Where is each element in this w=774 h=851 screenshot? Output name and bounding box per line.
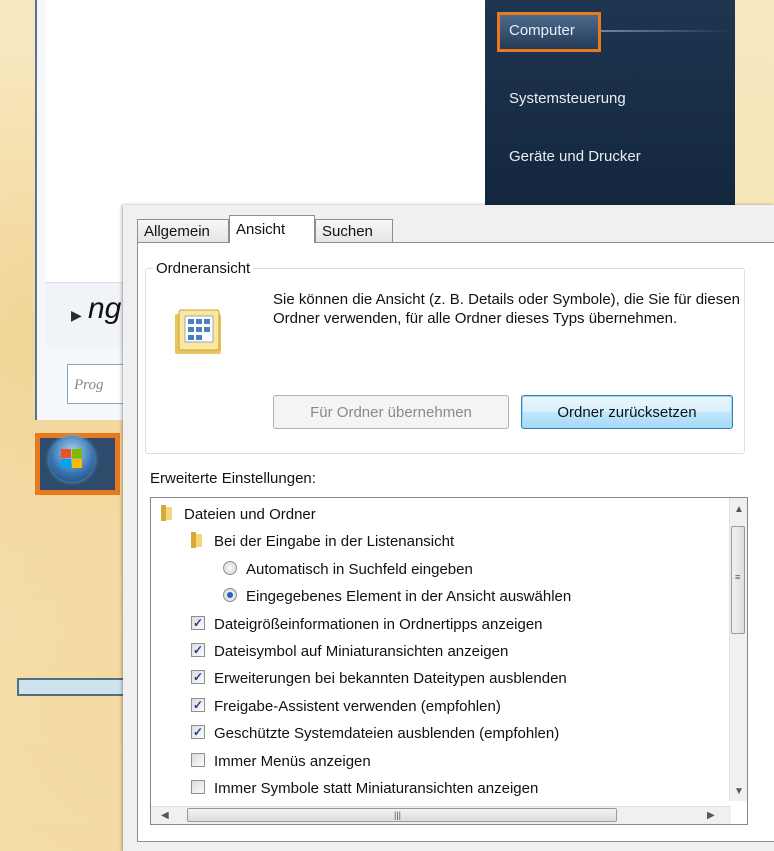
checkbox[interactable]: [191, 752, 205, 767]
advanced-settings-tree[interactable]: ▲ ≡ ▼ ◀ ||| ▶ Dateien und Ordner Bei der …: [150, 497, 748, 825]
tree-item-label: Geschützte Systemdateien ausblenden (emp…: [214, 725, 560, 743]
apply-to-folders-button[interactable]: Für Ordner übernehmen: [273, 395, 509, 429]
tree-item-label: Dateien und Ordner: [184, 506, 316, 523]
tab-suchen[interactable]: Suchen: [315, 219, 393, 242]
reset-folders-button[interactable]: Ordner zurücksetzen: [521, 395, 733, 429]
checkbox[interactable]: ✓: [191, 643, 205, 657]
folder-icon: [161, 505, 172, 521]
tree-item-label: Automatisch in Suchfeld eingeben: [246, 560, 473, 578]
tree-item-label: Freigabe-Assistent verwenden (empfohlen): [214, 697, 501, 715]
arrow-right-icon: ▶: [71, 307, 82, 323]
tree-item-label: Dateisymbol auf Miniaturansichten anzeig…: [214, 643, 509, 660]
horizontal-scroll-thumb[interactable]: |||: [187, 808, 617, 822]
start-item-computer[interactable]: Computer: [509, 22, 575, 39]
tree-item-label: Eingegebenes Element in der Ansicht ausw…: [246, 588, 572, 606]
windows-start-orb-icon[interactable]: [49, 436, 95, 482]
scroll-right-icon[interactable]: ▶: [707, 810, 715, 821]
checkbox[interactable]: ✓: [191, 670, 205, 685]
start-button-highlight: [35, 433, 120, 495]
tree-item-label: Immer Menüs anzeigen: [214, 752, 371, 770]
start-item-geraete-und-drucker[interactable]: Geräte und Drucker: [509, 148, 641, 165]
folder-icon: [191, 532, 202, 549]
checkbox[interactable]: ✓: [191, 725, 205, 740]
side-text: ng: [88, 292, 122, 325]
scroll-up-icon[interactable]: ▲: [734, 504, 744, 515]
tab-ansicht[interactable]: Ansicht: [229, 215, 315, 243]
vertical-scroll-thumb[interactable]: ≡: [731, 526, 745, 634]
horizontal-scrollbar[interactable]: ◀ ||| ▶: [151, 806, 731, 824]
scroll-down-icon[interactable]: ▼: [734, 786, 744, 797]
radio-button[interactable]: [223, 588, 237, 603]
tree-item-label: Bei der Eingabe in der Listenansicht: [214, 533, 455, 551]
folder-options-dialog: Allgemein Ansicht Suchen Ordneransicht S…: [123, 205, 774, 851]
radio-button[interactable]: [223, 560, 237, 575]
group-label-ordneransicht: Ordneransicht: [153, 260, 254, 277]
separator: [601, 30, 731, 32]
checkbox[interactable]: [191, 780, 205, 794]
windows-flag-icon: [61, 449, 83, 469]
checkbox[interactable]: ✓: [191, 615, 205, 630]
advanced-settings-label: Erweiterte Einstellungen:: [150, 470, 316, 487]
folder-view-icon: [175, 309, 221, 354]
checkbox[interactable]: ✓: [191, 697, 205, 712]
tree-item-label: Immer Symbole statt Miniaturansichten an…: [214, 780, 539, 797]
tree-item-label: Dateigrößeinformationen in Ordnertipps a…: [214, 615, 543, 633]
vertical-scrollbar[interactable]: ▲ ≡ ▼: [729, 498, 747, 801]
scroll-left-icon[interactable]: ◀: [161, 810, 169, 821]
folder-view-description: Sie können die Ansicht (z. B. Details od…: [273, 291, 740, 327]
tree-item-label: Erweiterungen bei bekannten Dateitypen a…: [214, 670, 567, 688]
grip-icon: |||: [394, 810, 402, 820]
grip-icon: ≡: [735, 572, 741, 582]
start-item-systemsteuerung[interactable]: Systemsteuerung: [509, 90, 626, 107]
tab-allgemein[interactable]: Allgemein: [137, 219, 229, 242]
